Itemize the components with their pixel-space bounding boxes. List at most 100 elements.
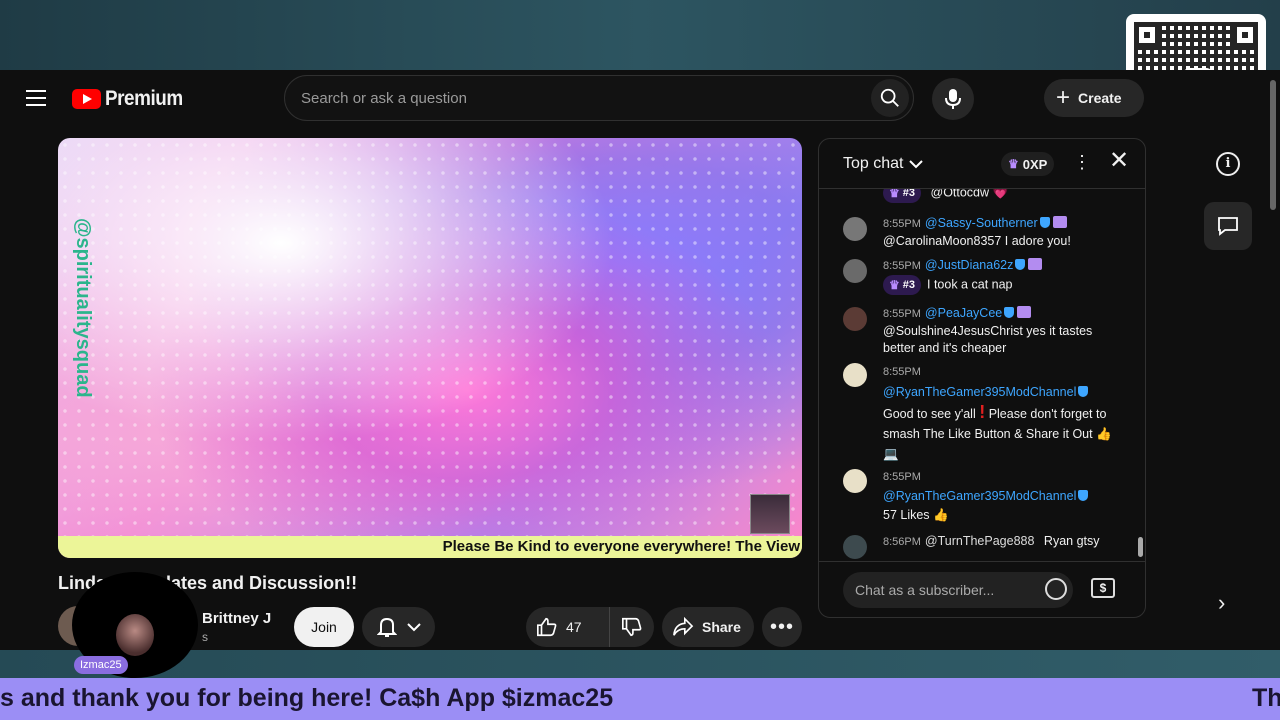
member-badge-icon [1052,216,1067,228]
menu-icon[interactable] [26,90,46,106]
subscriber-count: s [202,630,208,644]
chat-input-area: Chat as a subscriber... $ [819,561,1145,617]
notification-button[interactable] [362,607,435,647]
author-name[interactable]: @RyanTheGamer395ModChannel [883,489,1076,503]
avatar[interactable] [843,307,867,331]
streamer-face [116,614,154,656]
video-overlay-ticker: Please Be Kind to everyone everywhere! T… [58,536,802,558]
crown-icon: ♛ [889,277,900,292]
author-name[interactable]: @RyanTheGamer395ModChannel [883,385,1076,399]
share-button[interactable]: Share [662,607,754,647]
chat-toggle-button[interactable] [1204,202,1252,250]
search-bar[interactable]: Search or ask a question [284,75,914,121]
chevron-down-icon [909,160,924,169]
ticker-text: s and thank you for being here! Ca$h App… [0,684,614,712]
streamer-name-tag: Izmac25 [74,656,128,674]
chevron-down-icon [406,623,421,632]
author-name[interactable]: @JustDiana62z [925,258,1013,272]
thumbs-up-emoji: 👍 [933,508,949,522]
chevron-right-icon[interactable]: › [1218,590,1225,616]
thumbs-up-emoji: 👍 [1096,427,1112,441]
chat-scrollbar[interactable] [1138,537,1143,557]
chat-input[interactable]: Chat as a subscriber... [843,572,1073,608]
timestamp: 8:55PM [883,471,921,483]
search-button[interactable] [871,79,909,117]
avatar[interactable] [843,535,867,559]
message-text: @Ottocdw [930,189,990,200]
close-chat-icon[interactable]: ✕ [1109,149,1129,173]
chat-bubble-icon [1218,217,1238,236]
qr-finder [1134,22,1160,48]
share-label: Share [702,619,741,635]
voice-search-button[interactable] [932,78,974,120]
timestamp: 8:55PM [883,218,921,230]
video-player[interactable]: @spiritualitysquad Please Be Kind to eve… [58,138,802,558]
emoji-icon[interactable] [1045,578,1067,600]
heart-emoji: 💗 [992,189,1009,200]
message-text: Good to see y'all [883,407,976,421]
rank-badge: ♛ #3 [883,189,922,203]
youtube-premium-logo[interactable]: Premium [72,87,191,111]
search-icon [880,88,899,107]
video-watermark: @spiritualitysquad [72,218,94,398]
search-input[interactable]: Search or ask a question [301,90,467,107]
brand-label: Premium [105,87,183,110]
member-badge-icon [1028,258,1043,270]
crown-icon: ♛ [889,189,900,200]
message-text: Ryan gtsy [1043,534,1100,548]
qr-finder [1232,22,1258,48]
youtube-app: Premium Search or ask a question + Creat… [0,70,1280,650]
chat-options-icon[interactable]: ⋮ [1073,153,1091,171]
ticker-text-next: Th [1252,684,1280,712]
more-icon: ••• [769,615,794,638]
laptop-emoji: 💻 [883,447,899,461]
avatar[interactable] [843,217,867,241]
chat-messages: ♛ #3 @Ottocdw 💗 8:55PM @Sassy-Southerner @… [819,189,1145,561]
verified-icon [1078,490,1089,501]
like-dislike-group: 47 [526,607,654,647]
message-text: @CarolinaMoon8357 I adore you! [883,234,1071,248]
xp-label: 0XP [1022,156,1048,172]
verified-icon [1015,259,1026,270]
exclamation-emoji: ! [979,402,986,422]
message-text: I took a cat nap [927,277,1013,292]
bell-icon [376,617,397,637]
avatar[interactable] [843,259,867,283]
timestamp: 8:55PM [883,366,921,378]
stream-overlay-top-banner [0,0,1280,70]
top-chat-label: Top chat [843,155,904,172]
verified-icon [1039,217,1050,228]
verified-icon [1004,307,1015,318]
rank-badge: ♛ #3 [883,275,922,295]
timestamp: 8:56PM [883,536,921,548]
page-scrollbar[interactable] [1270,80,1276,210]
more-actions-button[interactable]: ••• [762,607,802,647]
channel-name[interactable]: Brittney J [202,610,271,627]
share-icon [673,617,694,636]
dislike-button[interactable] [610,607,654,647]
thumbs-down-icon [622,617,642,637]
stream-overlay-bottom-strip [0,650,1280,678]
author-name[interactable]: @TurnThePage888 [925,534,1035,548]
xp-badge[interactable]: ♛ 0XP [1001,152,1055,176]
chat-header: Top chat ♛ 0XP ⋮ ✕ [819,139,1145,189]
timestamp: 8:55PM [883,308,921,320]
avatar[interactable] [843,363,867,387]
message-text: @Soulshine4JesusChrist yes it tastes bet… [883,324,1093,355]
thumbs-up-icon [537,617,557,637]
timestamp: 8:55PM [883,260,921,272]
info-icon[interactable]: i [1216,152,1240,176]
create-label: Create [1078,90,1122,106]
like-count: 47 [566,619,582,635]
top-chat-dropdown[interactable]: Top chat [843,155,924,173]
like-button[interactable]: 47 [526,607,610,647]
video-corner-thumbnail [750,494,790,534]
video-frame-pattern [58,138,802,558]
join-button[interactable]: Join [294,607,354,647]
avatar[interactable] [843,469,867,493]
author-name[interactable]: @PeaJayCee [925,306,1002,320]
author-name[interactable]: @Sassy-Southerner [925,216,1038,230]
create-button[interactable]: + Create [1044,79,1144,117]
super-chat-icon[interactable]: $ [1091,578,1115,598]
plus-icon: + [1056,84,1071,111]
